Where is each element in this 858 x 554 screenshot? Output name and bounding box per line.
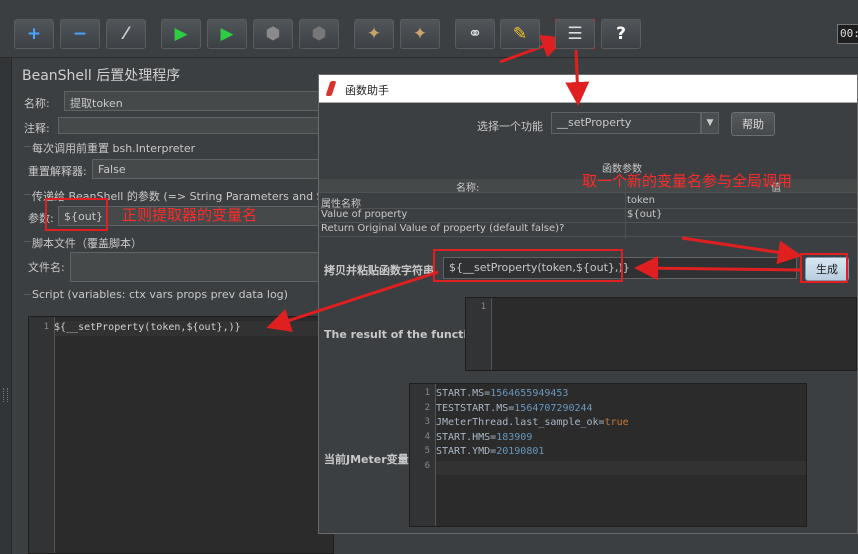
vars-line: START.MS=1564655949453 bbox=[436, 388, 568, 399]
shutdown-icon: ⬢ bbox=[311, 23, 327, 44]
result-editor[interactable]: 1 bbox=[465, 297, 857, 371]
vars-key: JMeterThread.last_sample_ok= bbox=[436, 417, 605, 428]
table-row[interactable]: 属性名称 token bbox=[319, 195, 857, 210]
vars-line-number: 3 bbox=[424, 417, 430, 427]
function-helper-dialog: 函数助手 选择一个功能 __setProperty ▼ 帮助 函数参数 名称: … bbox=[318, 74, 858, 534]
name-input[interactable]: 提取token bbox=[64, 91, 334, 111]
shutdown-button[interactable]: ⬢ bbox=[299, 19, 339, 49]
toggle-button[interactable]: ⁄ bbox=[106, 19, 146, 49]
script-editor[interactable]: 1 ${__setProperty(token,${out},)} bbox=[28, 316, 334, 554]
stop-icon: ⬢ bbox=[265, 23, 281, 44]
params-highlight-box bbox=[45, 198, 108, 231]
search-icon: ⚭ bbox=[467, 23, 483, 44]
splitter-grip-icon[interactable] bbox=[3, 388, 8, 402]
table-row[interactable]: Return Original Value of property (defau… bbox=[319, 223, 857, 237]
name-label: 名称: bbox=[24, 97, 50, 110]
remove-icon: − bbox=[72, 23, 88, 44]
select-function-label: 选择一个功能 bbox=[477, 120, 543, 133]
col-name-header: 名称: bbox=[456, 183, 480, 194]
reset-search-button[interactable]: ✎ bbox=[500, 19, 540, 49]
add-icon: + bbox=[26, 23, 42, 44]
add-button[interactable]: + bbox=[14, 19, 54, 49]
vars-key: START.MS= bbox=[436, 388, 491, 399]
function-helper-icon: ☰ bbox=[567, 23, 583, 44]
help-button[interactable]: 帮助 bbox=[731, 112, 775, 136]
script-line-number: 1 bbox=[43, 322, 49, 332]
toggle-icon: ⁄ bbox=[124, 23, 128, 44]
script-file-group-title: 脚本文件（覆盖脚本） bbox=[32, 237, 142, 250]
start-icon: ▶ bbox=[174, 23, 188, 44]
reset-label: 重置解释器: bbox=[28, 165, 87, 178]
vars-line-number: 4 bbox=[424, 431, 430, 442]
tree-splitter[interactable] bbox=[0, 58, 12, 554]
feather-icon bbox=[325, 81, 337, 96]
vars-key: START.YMD= bbox=[436, 446, 497, 457]
clear-icon: ✦ bbox=[366, 23, 382, 44]
chevron-down-icon[interactable]: ▼ bbox=[701, 112, 719, 134]
reset-group-title: 每次调用前重置 bsh.Interpreter bbox=[32, 142, 196, 155]
reset-select[interactable]: False bbox=[92, 159, 334, 179]
vars-line: START.YMD=20190801 bbox=[436, 446, 544, 457]
script-gutter bbox=[29, 317, 55, 553]
reset-search-icon: ✎ bbox=[512, 23, 528, 44]
dialog-titlebar[interactable]: 函数助手 bbox=[319, 75, 857, 103]
dialog-title: 函数助手 bbox=[345, 84, 389, 97]
row-name: Value of property bbox=[321, 209, 408, 220]
vars-value: 1564655949453 bbox=[490, 388, 569, 399]
jmeter-vars-editor[interactable]: 1 START.MS=1564655949453 2 TESTSTART.MS=156… bbox=[409, 383, 807, 527]
function-select[interactable]: __setProperty bbox=[551, 112, 701, 134]
comment-input[interactable] bbox=[58, 117, 334, 134]
vars-value: true bbox=[604, 417, 629, 428]
vars-line: TESTSTART.MS=1564707290244 bbox=[436, 403, 593, 414]
function-string-highlight-box bbox=[433, 249, 623, 282]
vars-line-number: 6 bbox=[424, 460, 430, 471]
elapsed-time: 00:0 bbox=[837, 24, 858, 44]
table-row[interactable]: Value of property ${out} bbox=[319, 209, 857, 223]
file-name-label: 文件名: bbox=[28, 261, 65, 274]
search-button[interactable]: ⚭ bbox=[455, 19, 495, 49]
vars-line-number: 1 bbox=[424, 388, 430, 398]
generate-highlight-box bbox=[800, 253, 848, 283]
vars-key: TESTSTART.MS= bbox=[436, 402, 515, 414]
function-helper-button[interactable]: ☰ bbox=[555, 19, 595, 49]
vars-line-number: 2 bbox=[424, 402, 430, 413]
start-button[interactable]: ▶ bbox=[161, 19, 201, 49]
vars-value: 20190801 bbox=[496, 446, 545, 457]
clear-all-button[interactable]: ✦ bbox=[400, 19, 440, 49]
script-code-line: ${__setProperty(token,${out},)} bbox=[54, 322, 241, 333]
vars-value: 183909 bbox=[496, 431, 533, 443]
help-icon: ? bbox=[616, 23, 626, 44]
stop-button[interactable]: ⬢ bbox=[253, 19, 293, 49]
comment-label: 注释: bbox=[24, 122, 50, 135]
row-name: 属性名称 bbox=[321, 199, 361, 210]
file-name-input[interactable] bbox=[70, 252, 334, 282]
vars-label: 当前JMeter变量 bbox=[324, 453, 409, 466]
clear-button[interactable]: ✦ bbox=[354, 19, 394, 49]
row-value[interactable]: token bbox=[627, 195, 655, 206]
copy-paste-label: 拷贝并粘贴函数字符串 bbox=[324, 264, 434, 277]
vars-line: START.HMS=183909 bbox=[436, 432, 532, 443]
start-no-pause-button[interactable]: ▶ bbox=[207, 19, 247, 49]
panel-title: BeanShell 后置处理程序 bbox=[22, 68, 181, 84]
clear-all-icon: ✦ bbox=[412, 23, 428, 44]
function-select-value: __setProperty bbox=[557, 116, 632, 129]
regex-annotation: 正则提取器的变量名 bbox=[122, 206, 258, 224]
remove-button[interactable]: − bbox=[60, 19, 100, 49]
result-line-number: 1 bbox=[480, 302, 486, 312]
global-annotation: 取一个新的变量名参与全局调用 bbox=[582, 172, 793, 190]
help-button[interactable]: ? bbox=[601, 19, 641, 49]
vars-line bbox=[436, 460, 806, 475]
row-value[interactable]: ${out} bbox=[627, 209, 662, 220]
vars-line: JMeterThread.last_sample_ok=true bbox=[436, 417, 629, 428]
vars-line-number: 5 bbox=[424, 446, 430, 456]
row-name: Return Original Value of property (defau… bbox=[321, 223, 565, 234]
script-group-title: Script (variables: ctx vars props prev d… bbox=[32, 288, 288, 301]
vars-key: START.HMS= bbox=[436, 431, 497, 443]
vars-value: 1564707290244 bbox=[514, 402, 593, 414]
start-no-pause-icon: ▶ bbox=[220, 23, 234, 44]
